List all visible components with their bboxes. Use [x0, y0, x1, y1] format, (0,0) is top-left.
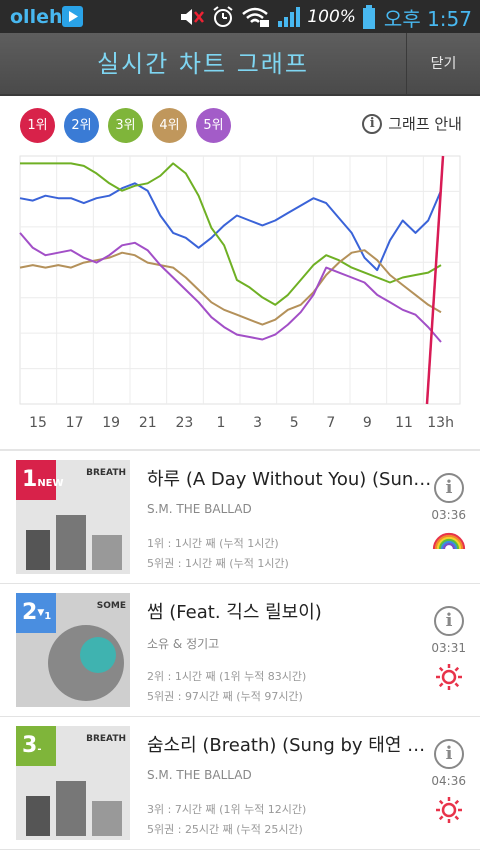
song-row[interactable]: BREATH 1NEW 하루 (A Day Without You) (Sung b… — [0, 451, 480, 584]
song-list: BREATH1NEW하루 (A Day Without You) (Sung b… — [0, 451, 480, 850]
song-duration: 03:31 — [431, 641, 466, 655]
song-info-icon[interactable]: i — [434, 606, 464, 636]
sun-icon — [432, 795, 466, 823]
x-tick-label: 23 — [175, 415, 194, 431]
x-tick-label: 3 — [253, 415, 263, 431]
song-row[interactable]: BREATH 3- 숨소리 (Breath) (Sung by 태연 & 종현) S.… — [0, 717, 480, 850]
rank-change: 1 — [44, 611, 52, 622]
artist-name: 소유 & 정기고 — [147, 637, 220, 651]
album-cover[interactable]: BREATH 1NEW — [16, 460, 130, 574]
status-icons: 100% 오후 1:57 — [179, 5, 472, 31]
rank-number: 3 — [22, 733, 38, 758]
rank-number: 2 — [22, 600, 38, 625]
rank-chip-5[interactable]: 5위 — [196, 108, 231, 143]
series-line-4 — [19, 232, 442, 343]
x-tick-label: 9 — [362, 415, 372, 431]
song-duration: 04:36 — [431, 774, 466, 788]
x-tick-label: 15 — [29, 415, 47, 431]
x-tick-label: 19 — [102, 415, 121, 431]
x-tick-label: 13h — [427, 415, 454, 431]
rank-stat: 3위 : 7시간 째 (1위 누적 12시간) — [147, 803, 307, 816]
rank-chip-3[interactable]: 3위 — [108, 108, 143, 143]
top5-stat: 5위권 : 1시간 째 (누적 1시간) — [147, 557, 289, 570]
artist-name: S.M. THE BALLAD — [147, 502, 252, 516]
top5-stat: 5위권 : 97시간 째 (누적 97시간) — [147, 690, 303, 703]
graph-guide-label: 그래프 안내 — [388, 115, 462, 133]
battery-icon — [362, 5, 375, 29]
rank-change: - — [37, 744, 42, 755]
artist-name: S.M. THE BALLAD — [147, 768, 252, 782]
album-title-text: BREATH — [86, 734, 126, 744]
song-info-icon[interactable]: i — [434, 739, 464, 769]
volume-muted-icon — [181, 9, 205, 25]
rank-number: 1 — [22, 467, 38, 492]
signal-icon — [278, 7, 301, 27]
clock: 오후 1:57 — [383, 6, 472, 31]
top5-stat: 5위권 : 25시간 째 (누적 25시간) — [147, 823, 303, 836]
x-tick-label: 7 — [326, 415, 336, 431]
page-title: 실시간 차트 그래프 — [97, 50, 309, 78]
song-title[interactable]: 하루 (A Day Without You) (Sung by 규현) — [147, 465, 432, 491]
current-time-marker — [425, 155, 445, 405]
song-title[interactable]: 썸 (Feat. 긱스 릴보이) — [147, 598, 432, 624]
info-icon: i — [362, 113, 383, 134]
x-tick-label: 1 — [216, 415, 226, 431]
battery-percent: 100% — [307, 7, 356, 27]
album-title-text: BREATH — [86, 468, 126, 478]
song-row[interactable]: SOME 2▼1 썸 (Feat. 긱스 릴보이) 소유 & 정기고 2위 : 1시간 … — [0, 584, 480, 717]
rainbow-icon — [432, 529, 466, 555]
album-title-text: SOME — [96, 601, 126, 611]
rank-badge: 3- — [16, 726, 56, 766]
rank-chip-4[interactable]: 4위 — [152, 108, 187, 143]
rank-chip-1[interactable]: 1위 — [20, 108, 55, 143]
song-title[interactable]: 숨소리 (Breath) (Sung by 태연 & 종현) — [147, 731, 432, 757]
x-tick-label: 21 — [138, 415, 157, 431]
play-store-icon — [62, 6, 83, 27]
album-cover[interactable]: BREATH 3- — [16, 726, 130, 840]
alarm-icon — [213, 6, 233, 27]
x-tick-label: 5 — [289, 415, 299, 431]
graph-guide-button[interactable]: i 그래프 안내 — [362, 113, 462, 134]
rank-badge: 1NEW — [16, 460, 64, 500]
song-info-icon[interactable]: i — [434, 473, 464, 503]
x-tick-label: 11 — [395, 415, 413, 431]
wifi-lock-icon — [242, 7, 270, 27]
rank-chip-2[interactable]: 2위 — [64, 108, 99, 143]
series-line-2 — [20, 162, 442, 306]
song-duration: 03:36 — [431, 508, 466, 522]
rank-stat: 2위 : 1시간 째 (1위 누적 83시간) — [147, 670, 307, 683]
x-axis-labels: 15 17 19 21 23 1 3 5 7 9 11 13h — [20, 415, 460, 437]
x-tick-label: 17 — [65, 415, 84, 431]
rank-change: NEW — [37, 478, 64, 489]
rank-stat: 1위 : 1시간 째 (누적 1시간) — [147, 537, 279, 550]
title-bar: 실시간 차트 그래프 닫기 — [0, 33, 480, 96]
rank-legend: 1위 2위 3위 4위 5위 — [20, 108, 231, 143]
carrier-label: olleh — [10, 6, 63, 28]
realtime-chart — [19, 155, 461, 405]
sun-icon — [432, 662, 466, 690]
status-bar: olleh 100% 오후 1:57 — [0, 0, 480, 33]
album-cover[interactable]: SOME 2▼1 — [16, 593, 130, 707]
rank-badge: 2▼1 — [16, 593, 56, 633]
close-button[interactable]: 닫기 — [406, 33, 480, 96]
